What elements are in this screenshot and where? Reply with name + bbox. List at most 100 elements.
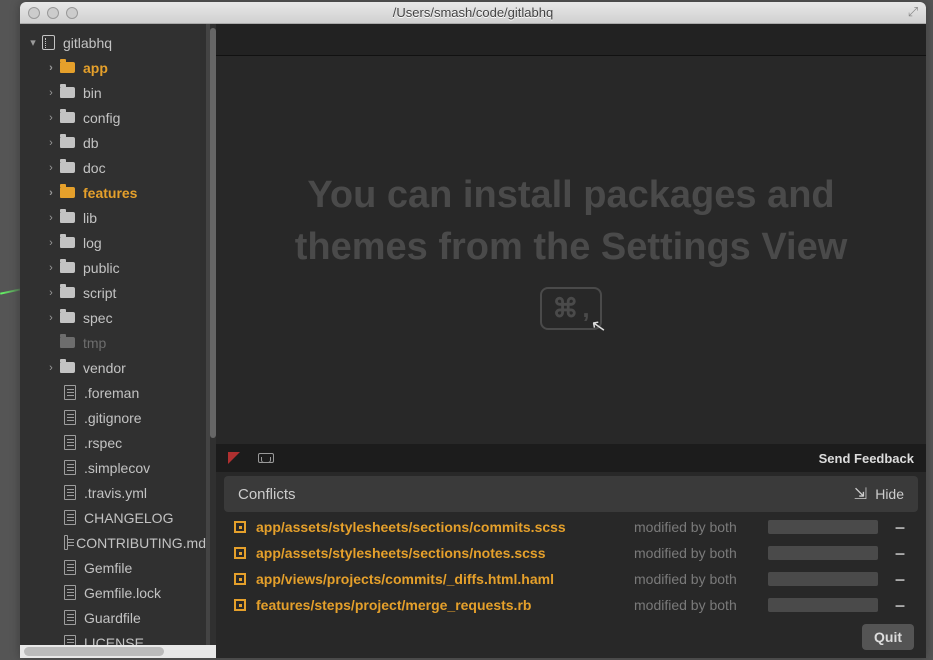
tree-item-label: vendor — [83, 360, 126, 376]
conflict-row[interactable]: features/steps/project/merge_requests.rb… — [216, 592, 926, 618]
folder-icon — [60, 362, 75, 373]
tree-item-label: Gemfile — [84, 560, 132, 576]
chevron-right-icon: › — [46, 137, 56, 149]
tree-file[interactable]: .foreman — [20, 380, 206, 405]
sidebar-horizontal-scrollbar[interactable] — [20, 645, 216, 658]
conflict-collapse-icon[interactable]: – — [892, 595, 908, 616]
tree-folder[interactable]: ›log — [20, 230, 206, 255]
chevron-right-icon: › — [46, 237, 56, 249]
tree-file[interactable]: .rspec — [20, 430, 206, 455]
tree-file[interactable]: Gemfile — [20, 555, 206, 580]
conflict-collapse-icon[interactable]: – — [892, 517, 908, 538]
tree-item-label: db — [83, 135, 99, 151]
tree-root-label: gitlabhq — [63, 35, 112, 51]
conflict-collapse-icon[interactable]: – — [892, 569, 908, 590]
chevron-right-icon: › — [46, 312, 56, 324]
settings-shortcut: ⌘, — [540, 287, 601, 330]
conflict-collapse-icon[interactable]: – — [892, 543, 908, 564]
chevron-right-icon: › — [46, 362, 56, 374]
file-icon — [64, 385, 76, 400]
tree-item-label: lib — [83, 210, 97, 226]
hide-conflicts-button[interactable]: ⇲ Hide — [854, 484, 904, 504]
conflict-progress — [768, 520, 878, 534]
tree-folder[interactable]: › db — [20, 130, 206, 155]
conflict-path: app/views/projects/commits/_diffs.html.h… — [256, 571, 634, 587]
tree-folder[interactable]: ›bin — [20, 80, 206, 105]
tree-folder[interactable]: ›script — [20, 280, 206, 305]
file-icon — [64, 460, 76, 475]
conflict-file-icon — [234, 573, 246, 585]
quit-button[interactable]: Quit — [862, 624, 914, 650]
tree-item-label: spec — [83, 310, 113, 326]
conflict-row[interactable]: app/assets/stylesheets/sections/commits.… — [216, 514, 926, 540]
file-icon — [64, 410, 76, 425]
tree-folder[interactable]: › lib — [20, 205, 206, 230]
titlebar[interactable]: /Users/smash/code/gitlabhq ⤢ — [20, 2, 926, 24]
inbox-icon[interactable] — [258, 453, 274, 463]
status-bar: Send Feedback — [216, 444, 926, 472]
tree-item-label: .gitignore — [84, 410, 142, 426]
tree-folder[interactable]: › spec — [20, 305, 206, 330]
chevron-right-icon: › — [46, 187, 56, 199]
conflict-file-icon — [234, 547, 246, 559]
tree-item-label: CONTRIBUTING.md — [76, 535, 206, 551]
tree-file[interactable]: Gemfile.lock — [20, 580, 206, 605]
tree-root[interactable]: ▾gitlabhq — [20, 30, 206, 55]
conflict-status: modified by both — [634, 519, 754, 535]
tree-item-label: .rspec — [84, 435, 122, 451]
tree-folder[interactable]: ›tmp — [20, 330, 206, 355]
file-icon — [64, 485, 76, 500]
conflict-progress — [768, 546, 878, 560]
tree-folder[interactable]: ›features — [20, 180, 206, 205]
tree-file[interactable]: CHANGELOG — [20, 505, 206, 530]
conflict-status: modified by both — [634, 597, 754, 613]
conflict-row[interactable]: app/views/projects/commits/_diffs.html.h… — [216, 566, 926, 592]
chevron-right-icon: › — [46, 112, 56, 124]
folder-icon — [60, 237, 75, 248]
tree-file[interactable]: CONTRIBUTING.md — [20, 530, 206, 555]
send-feedback-link[interactable]: Send Feedback — [819, 451, 914, 466]
tree-folder[interactable]: ›config — [20, 105, 206, 130]
traffic-lights — [28, 7, 78, 19]
tree-folder[interactable]: ›app — [20, 55, 206, 80]
close-window-icon[interactable] — [28, 7, 40, 19]
tree-item-label: .foreman — [84, 385, 139, 401]
maximize-icon[interactable]: ⤢ — [906, 5, 920, 19]
folder-icon — [60, 87, 75, 98]
zoom-window-icon[interactable] — [66, 7, 78, 19]
conflicts-title: Conflicts — [238, 486, 296, 503]
tree-folder[interactable]: ›doc — [20, 155, 206, 180]
file-tree-sidebar: ▾gitlabhq›app›bin›config›db›doc›features… — [20, 24, 216, 658]
editor-window: /Users/smash/code/gitlabhq ⤢ ▾gitlabhq›a… — [20, 2, 926, 658]
tree-item-label: CHANGELOG — [84, 510, 173, 526]
repo-icon — [42, 35, 55, 50]
tree-folder[interactable]: › vendor — [20, 355, 206, 380]
chevron-right-icon: › — [46, 212, 56, 224]
file-icon — [64, 535, 68, 550]
conflict-row[interactable]: app/assets/stylesheets/sections/notes.sc… — [216, 540, 926, 566]
folder-icon — [60, 337, 75, 348]
status-indicator-icon[interactable] — [228, 452, 240, 464]
tree-folder[interactable]: ›public — [20, 255, 206, 280]
tree-item-label: tmp — [83, 335, 106, 351]
tree-file[interactable]: .simplecov — [20, 455, 206, 480]
tree-file[interactable]: .travis.yml — [20, 480, 206, 505]
tree-file[interactable]: .gitignore — [20, 405, 206, 430]
tree-item-label: bin — [83, 85, 102, 101]
welcome-message: You can install packages and themes from… — [216, 170, 926, 273]
tree-file[interactable]: Guardfile — [20, 605, 206, 630]
minimize-window-icon[interactable] — [47, 7, 59, 19]
tree-item-label: LICENSE — [84, 635, 144, 646]
conflict-progress — [768, 572, 878, 586]
folder-icon — [60, 312, 75, 323]
tree-item-label: public — [83, 260, 120, 276]
tree-item-label: doc — [83, 160, 106, 176]
tree-file[interactable]: LICENSE — [20, 630, 206, 645]
welcome-pane: You can install packages and themes from… — [216, 56, 926, 444]
conflict-status: modified by both — [634, 571, 754, 587]
tabs-bar[interactable] — [216, 24, 926, 56]
conflict-path: features/steps/project/merge_requests.rb — [256, 597, 634, 613]
conflict-status: modified by both — [634, 545, 754, 561]
folder-icon — [60, 287, 75, 298]
conflict-path: app/assets/stylesheets/sections/commits.… — [256, 519, 634, 535]
